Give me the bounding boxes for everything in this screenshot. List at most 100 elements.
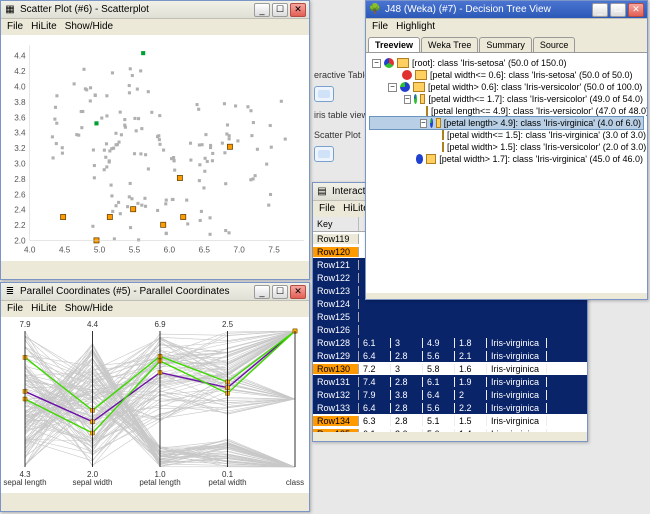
table-row[interactable]: Row1296.42.85.62.1Iris-virginica <box>313 349 587 362</box>
tab-summary[interactable]: Summary <box>479 37 532 52</box>
minimize-button[interactable]: _ <box>254 285 270 299</box>
svg-text:4.4: 4.4 <box>14 52 26 61</box>
menu-hilite[interactable]: HiLite <box>31 303 57 315</box>
tree-node-label: [petal width> 1.7]: class 'Iris-virginic… <box>439 154 643 164</box>
maximize-button[interactable]: ☐ <box>272 285 288 299</box>
svg-text:class: class <box>286 478 304 487</box>
tree-node-label: [root]: class 'Iris-setosa' (50.0 of 150… <box>412 58 567 68</box>
maximize-button[interactable]: ☐ <box>272 3 288 17</box>
svg-text:2.8: 2.8 <box>14 175 26 184</box>
svg-text:2.2: 2.2 <box>14 221 26 230</box>
close-button[interactable]: ✕ <box>290 285 306 299</box>
table-row[interactable]: Row126 <box>313 323 587 336</box>
table-row[interactable]: Row1286.134.91.8Iris-virginica <box>313 336 587 349</box>
dt-treeview[interactable]: − [root]: class 'Iris-setosa' (50.0 of 15… <box>366 53 647 293</box>
svg-text:5.5: 5.5 <box>129 246 141 255</box>
tree-node[interactable]: − [root]: class 'Iris-setosa' (50.0 of 15… <box>370 57 643 69</box>
dt-title: J48 (Weka) (#7) - Decision Tree View <box>385 4 588 15</box>
menu-showhide[interactable]: Show/Hide <box>65 21 113 33</box>
svg-text:7.5: 7.5 <box>268 246 280 255</box>
svg-text:sepal width: sepal width <box>72 478 112 487</box>
svg-text:2.4: 2.4 <box>14 206 26 215</box>
menu-hilite[interactable]: HiLite <box>31 21 57 33</box>
tree-node[interactable]: − [petal length> 4.9]: class 'Iris-virgin… <box>370 117 643 129</box>
workflow-node-icon[interactable] <box>314 86 334 104</box>
side-label-table-view: iris table view <box>314 110 368 120</box>
col-key[interactable]: Key <box>313 217 359 231</box>
table-row[interactable]: Row1317.42.86.11.9Iris-virginica <box>313 375 587 388</box>
tree-node[interactable]: [petal width> 1.5]: class 'Iris-versicol… <box>370 141 643 153</box>
svg-text:petal length: petal length <box>139 478 180 487</box>
tab-treeview[interactable]: Treeview <box>368 37 420 52</box>
svg-text:4.5: 4.5 <box>59 246 71 255</box>
scatter-window: ▦ Scatter Plot (#6) - Scatterplot _ ☐ ✕ … <box>0 0 310 280</box>
svg-text:petal width: petal width <box>208 478 246 487</box>
row-key: Row120 <box>313 247 359 257</box>
svg-text:4.0: 4.0 <box>14 82 26 91</box>
tree-node-label: [petal length> 4.9]: class 'Iris-virgini… <box>444 118 641 128</box>
tree-node[interactable]: −[petal width<= 1.7]: class 'Iris-versic… <box>370 93 643 105</box>
bar-icon <box>426 154 436 164</box>
tree-toggle-icon[interactable]: − <box>372 59 381 68</box>
table-row[interactable]: Row1327.93.86.42Iris-virginica <box>313 388 587 401</box>
table-row[interactable]: Row1336.42.85.62.2Iris-virginica <box>313 401 587 414</box>
svg-text:7.0: 7.0 <box>233 246 245 255</box>
row-key: Row134 <box>313 416 359 426</box>
tree-toggle-icon[interactable]: − <box>420 119 427 128</box>
row-key: Row130 <box>313 364 359 374</box>
table-row[interactable]: Row1356.12.65.61.4Iris-virginica <box>313 427 587 432</box>
decision-tree-window: 🌳 J48 (Weka) (#7) - Decision Tree View _… <box>365 0 648 300</box>
table-row[interactable]: Row1307.235.81.6Iris-virginica <box>313 362 587 375</box>
svg-text:6.9: 6.9 <box>154 320 166 329</box>
side-label-scatter: Scatter Plot <box>314 130 361 140</box>
scatter-plot-area[interactable]: 4.04.55.05.56.06.57.07.5 2.02.22.42.62.8… <box>1 35 309 261</box>
svg-text:2.6: 2.6 <box>14 190 26 199</box>
svg-text:3.4: 3.4 <box>14 129 26 138</box>
svg-text:3.8: 3.8 <box>14 98 26 107</box>
menu-file[interactable]: File <box>7 303 23 315</box>
workflow-node-icon[interactable] <box>314 146 334 164</box>
tree-icon: 🌳 <box>369 4 381 16</box>
pie-icon <box>430 118 433 128</box>
tree-node-label: [petal length<= 4.9]: class 'Iris-versic… <box>431 106 647 116</box>
table-row[interactable]: Row125 <box>313 310 587 323</box>
pc-plot-area[interactable]: 7.94.46.92.5 4.32.01.00.1 sepal lengthse… <box>1 317 309 493</box>
tree-node[interactable]: [petal length<= 4.9]: class 'Iris-versic… <box>370 105 643 117</box>
tree-toggle-icon[interactable]: − <box>404 95 411 104</box>
minimize-button[interactable]: _ <box>592 3 608 17</box>
close-button[interactable]: ✕ <box>628 3 644 17</box>
side-label-interactive-table: eractive Table <box>314 70 369 80</box>
tree-node-label: [petal width> 0.6]: class 'Iris-versicol… <box>428 82 642 92</box>
tab-weka-tree[interactable]: Weka Tree <box>421 37 478 52</box>
pc-menubar: File HiLite Show/Hide <box>1 301 309 317</box>
menu-highlight[interactable]: Highlight <box>396 21 435 33</box>
maximize-button[interactable]: ☐ <box>610 3 626 17</box>
menu-showhide[interactable]: Show/Hide <box>65 303 113 315</box>
bar-icon <box>442 130 444 140</box>
minimize-button[interactable]: _ <box>254 3 270 17</box>
pie-icon <box>414 94 417 104</box>
bar-icon <box>413 82 425 92</box>
tree-node[interactable]: − [petal width> 0.6]: class 'Iris-versico… <box>370 81 643 93</box>
dt-titlebar[interactable]: 🌳 J48 (Weka) (#7) - Decision Tree View _… <box>366 1 647 19</box>
tab-source[interactable]: Source <box>533 37 576 52</box>
svg-text:3.2: 3.2 <box>14 144 26 153</box>
tree-node[interactable]: [petal width<= 1.5]: class 'Iris-virgini… <box>370 129 643 141</box>
svg-text:4.2: 4.2 <box>14 67 26 76</box>
tree-node[interactable]: [petal width<= 0.6]: class 'Iris-setosa'… <box>370 69 643 81</box>
tree-node[interactable]: [petal width> 1.7]: class 'Iris-virginic… <box>370 153 643 165</box>
menu-file[interactable]: File <box>372 21 388 33</box>
table-row[interactable]: Row1346.32.85.11.5Iris-virginica <box>313 414 587 427</box>
tree-node-label: [petal width<= 0.6]: class 'Iris-setosa'… <box>430 70 633 80</box>
pc-titlebar[interactable]: ≣ Parallel Coordinates (#5) - Parallel C… <box>1 283 309 301</box>
scatter-titlebar[interactable]: ▦ Scatter Plot (#6) - Scatterplot _ ☐ ✕ <box>1 1 309 19</box>
bar-icon <box>436 118 441 128</box>
row-key: Row122 <box>313 273 359 283</box>
tree-toggle-icon[interactable]: − <box>388 83 397 92</box>
svg-text:3.0: 3.0 <box>14 159 26 168</box>
menu-file[interactable]: File <box>319 203 335 215</box>
close-button[interactable]: ✕ <box>290 3 306 17</box>
menu-file[interactable]: File <box>7 21 23 33</box>
pc-icon: ≣ <box>4 286 16 298</box>
row-key: Row126 <box>313 325 359 335</box>
